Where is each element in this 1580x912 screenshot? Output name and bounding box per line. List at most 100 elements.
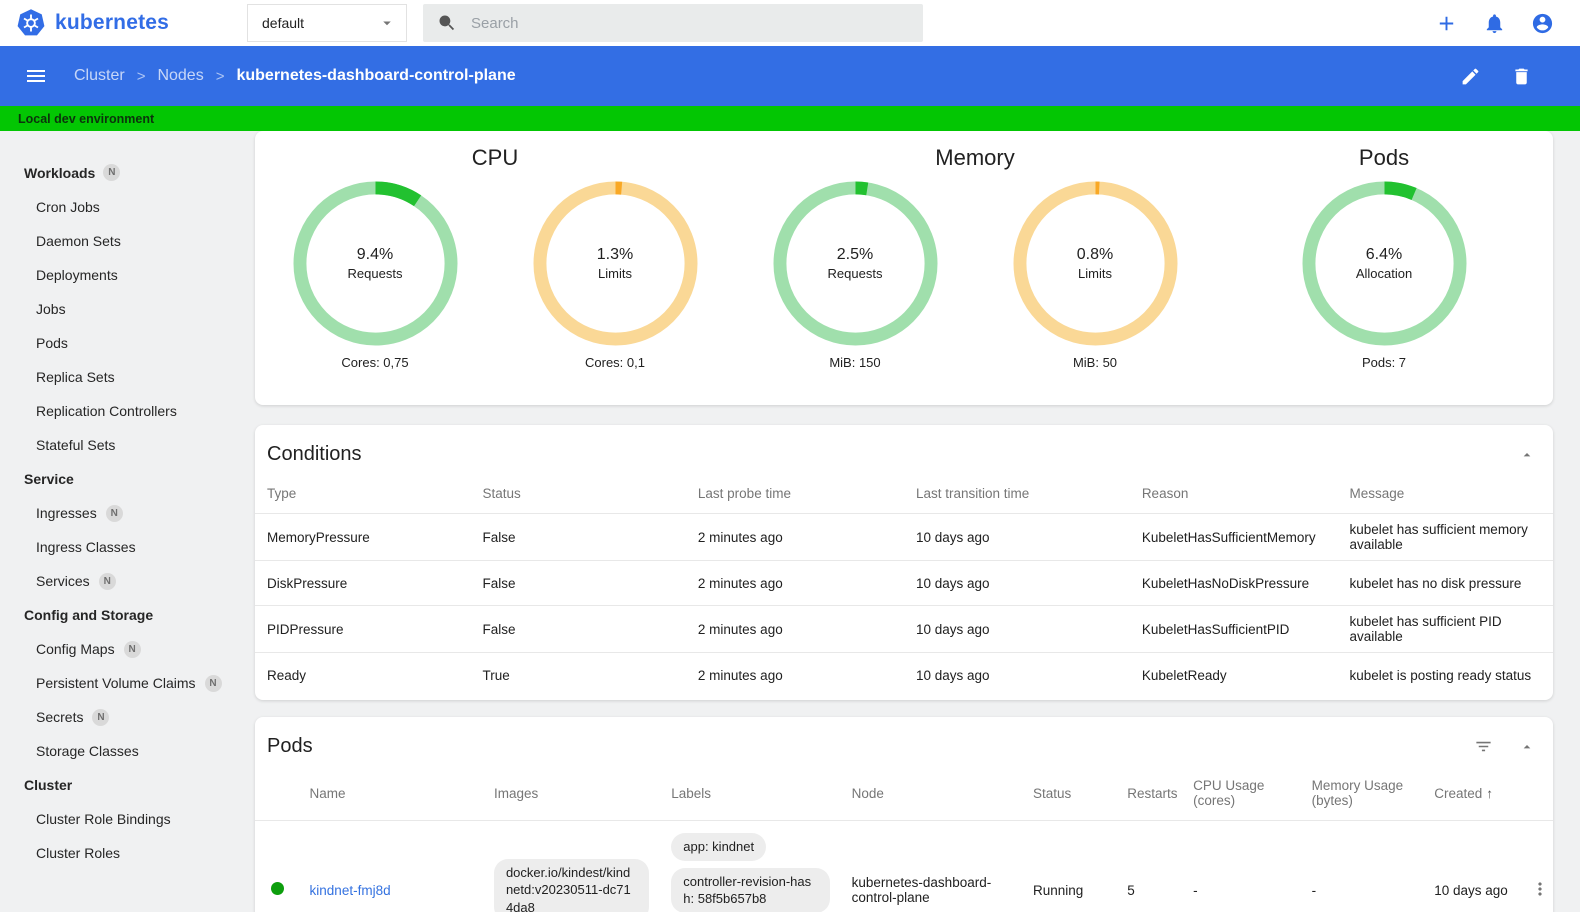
column-header-label: Labels [671,785,712,801]
pod-name-link[interactable]: kindnet-fmj8d [310,883,391,898]
collapse-arrow-icon[interactable] [1519,447,1535,463]
search-icon [437,13,457,33]
column-header-restarts[interactable]: Restarts [1115,768,1182,821]
sidebar-item-label: Services [36,573,90,589]
donut-sublabel: Allocation [1355,266,1413,281]
column-header-labels[interactable]: Labels [659,768,840,821]
table-row: kindnet-fmj8d docker.io/kindest/kindnetd:… [255,820,1553,912]
table-cell: MemoryPressure [267,529,370,545]
donut-center-label: 9.4% Requests [293,181,458,346]
environment-banner-text: Local dev environment [18,111,155,126]
user-account-icon[interactable] [1531,12,1554,35]
metric-group-cpu: CPU 9.4% Requests Cores: 0,75 1.3% Limits Core… [255,139,735,405]
sidebar-item-ingress-classes[interactable]: Ingress Classes [0,530,247,564]
label-chip-stack: app: kindnet controller-revision-hash: 58… [671,833,830,912]
table-cell: 2 minutes ago [685,560,904,606]
breadcrumb: Cluster > Nodes > kubernetes-dashboard-contr… [74,67,516,85]
metric-group-pods: Pods 6.4% Allocation Pods: 7 [1215,139,1553,405]
column-header-name[interactable]: Name [297,768,482,821]
conditions-header: Conditions [255,425,1553,476]
donut-footer-value: Cores: 0,75 [341,355,409,370]
add-resource-icon[interactable] [1435,12,1458,35]
column-header-created[interactable]: Created ↑ [1422,768,1519,821]
donut-sublabel: Requests [347,266,403,281]
sidebar-item-ingresses[interactable]: Ingresses N [0,496,247,530]
sidebar-section-label: Workloads [24,164,96,181]
table-cell: KubeletHasSufficientPID [1129,605,1338,653]
top-actions [1435,12,1580,35]
donut-center-label: 1.3% Limits [533,181,698,346]
sidebar-item-label: Cron Jobs [36,199,100,215]
column-header-status[interactable]: Status [1021,768,1116,821]
sidebar-item-deployments[interactable]: Deployments [0,258,247,292]
breadcrumb-link-nodes[interactable]: Nodes [157,67,203,85]
sidebar-item-label: Secrets [36,709,84,725]
sidebar-item-storage-classes[interactable]: Storage Classes [0,734,247,768]
delete-trash-icon[interactable] [1511,66,1532,87]
pods-table-body: kindnet-fmj8d docker.io/kindest/kindnetd:… [255,820,1553,912]
table-cell: 2 minutes ago [685,605,904,653]
sidebar-item-daemon-sets[interactable]: Daemon Sets [0,224,247,258]
column-header-reason: Reason [1129,476,1338,514]
pods-table: Name Images Labels Node Status Restarts CPU Us… [255,768,1553,912]
donut-percentage: 2.5% [836,246,874,263]
metric-group-memory: Memory 2.5% Requests MiB: 150 0.8% Limits MiB:… [735,139,1215,405]
sidebar-item-replication-controllers[interactable]: Replication Controllers [0,394,247,428]
column-header-images[interactable]: Images [481,768,660,821]
sidebar-item-label: Pods [36,335,68,351]
table-row: PIDPressure False 2 minutes ago 10 days ago… [255,605,1553,653]
sidebar-item-replica-sets[interactable]: Replica Sets [0,360,247,394]
sidebar-item-jobs[interactable]: Jobs [0,292,247,326]
kubernetes-logo-icon [16,8,46,38]
column-header-memory-usage-bytes-[interactable]: Memory Usage (bytes) [1299,768,1423,821]
menu-hamburger-icon[interactable] [24,64,48,88]
chevron-down-icon [378,14,396,32]
breadcrumb-link-cluster[interactable]: Cluster [74,67,125,85]
pod-labels-cell: app: kindnet controller-revision-hash: 58… [659,820,840,912]
sidebar-item-label: Replica Sets [36,369,115,385]
search-input[interactable] [471,14,909,32]
sidebar: Workloads N Cron Jobs Daemon Sets Deployment… [0,131,247,912]
table-cell: KubeletReady [1129,652,1338,698]
sidebar-item-label: Ingresses [36,505,97,521]
notifications-bell-icon[interactable] [1483,12,1506,35]
sidebar-item-config-maps[interactable]: Config Maps N [0,632,247,666]
sidebar-item-cluster-roles[interactable]: Cluster Roles [0,836,247,870]
donut-percentage: 1.3% [596,246,634,263]
donut-footer-value: Pods: 7 [1361,355,1407,370]
sidebar-item-persistent-volume-claims[interactable]: Persistent Volume Claims N [0,666,247,700]
pod-name-cell: kindnet-fmj8d [297,820,482,912]
app-title: kubernetes [55,11,170,34]
column-header-label: Images [493,785,539,801]
sidebar-item-cluster-role-bindings[interactable]: Cluster Role Bindings [0,802,247,836]
edit-pencil-icon[interactable] [1460,66,1481,87]
label-chip: app: kindnet [671,833,767,861]
column-header-message: Message [1337,476,1553,514]
main-content: CPU 9.4% Requests Cores: 0,75 1.3% Limits Core… [247,131,1580,912]
sidebar-item-label: Daemon Sets [36,233,121,249]
more-vert-icon[interactable] [1530,879,1550,899]
pod-created-cell: 10 days ago [1422,820,1519,912]
namespace-selector[interactable]: default [247,4,407,42]
sidebar-item-stateful-sets[interactable]: Stateful Sets [0,428,247,462]
conditions-actions [1519,447,1535,463]
sidebar-item-pods[interactable]: Pods [0,326,247,360]
donut-chart: 6.4% Allocation [1301,181,1467,346]
sidebar-item-services[interactable]: Services N [0,564,247,598]
sidebar-item-secrets[interactable]: Secrets N [0,700,247,734]
sidebar-item-label: Persistent Volume Claims [36,675,196,691]
collapse-arrow-icon[interactable] [1519,739,1535,755]
column-header-cpu-usage-cores-[interactable]: CPU Usage (cores) [1181,768,1300,821]
metric-group-title: CPU [471,145,519,170]
table-cell: kubelet has no disk pressure [1337,560,1553,606]
sort-ascending-icon: ↑ [1486,785,1493,801]
namespaced-badge: N [123,640,141,658]
donut-center-label: 6.4% Allocation [1302,181,1467,346]
table-cell: Ready [255,652,471,698]
sidebar-item-label: Config Maps [36,641,115,657]
sidebar-item-label: Replication Controllers [36,403,177,419]
filter-icon[interactable] [1474,737,1493,756]
image-chip: docker.io/kindest/kindnetd:v20230511-dc7… [493,858,650,912]
column-header-node[interactable]: Node [839,768,1021,821]
sidebar-item-cron-jobs[interactable]: Cron Jobs [0,190,247,224]
